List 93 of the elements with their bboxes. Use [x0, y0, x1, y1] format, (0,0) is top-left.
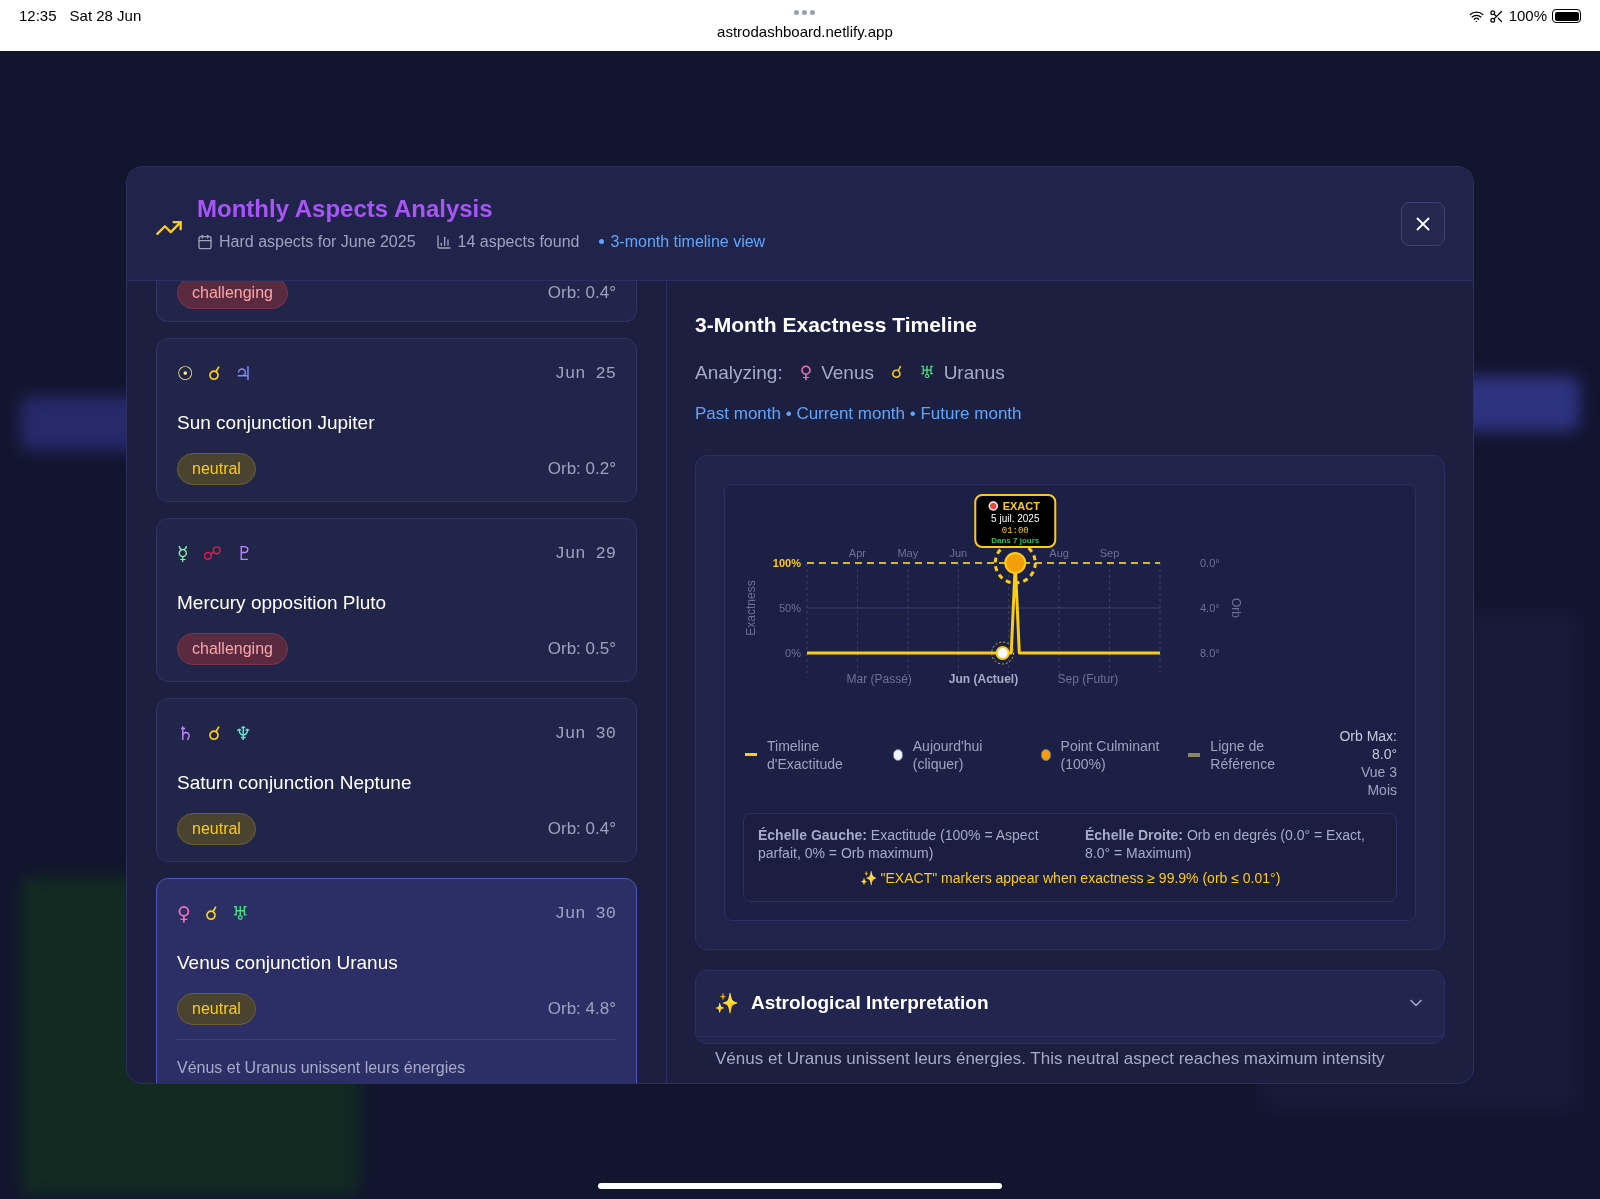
axis-tick-label: Apr: [848, 546, 866, 559]
axis-tick-label: Mar (Passé): [846, 671, 912, 686]
orb-value: Orb: 0.2°: [547, 458, 616, 481]
calendar-icon: [197, 233, 213, 250]
aspect-card[interactable]: ♄ ☌ ♆ Jun 30 Saturn conjunction Neptune neutral Orb: 0.4°: [156, 698, 637, 862]
planet-symbol: ☍: [202, 544, 222, 564]
aspect-title: Sun conjunction Jupiter: [177, 410, 376, 435]
legend-label: Timeline d'Exactitude: [767, 736, 844, 773]
axis-tick-label: 8.0°: [1200, 646, 1220, 659]
axis-tick-label: May: [897, 546, 919, 559]
planet-symbol: ♆: [234, 724, 252, 744]
planet-name: Venus: [821, 360, 874, 385]
aspect-tag: neutral: [177, 813, 256, 845]
planet-symbol: ♇: [235, 544, 253, 564]
interpretation-toggle[interactable]: ✨ Astrological Interpretation: [696, 970, 1444, 1037]
aspect-tag: neutral: [177, 453, 256, 485]
timeline-heading: 3-Month Exactness Timeline: [695, 312, 979, 338]
planet-symbol: ♃: [234, 364, 252, 384]
header-meta-text: Hard aspects for June 2025: [219, 231, 416, 252]
aspect-title: Saturn conjunction Neptune: [177, 770, 413, 795]
exact-note: ✨ "EXACT" markers appear when exactness ≥ 99.9% (orb ≤ 0.01°): [858, 868, 1282, 888]
legend-label: Aujourd'hui (cliquer): [912, 736, 984, 773]
axis-tick-label: Jun: [949, 546, 968, 559]
aspect-date: Jun 25: [554, 363, 616, 385]
tooltip-note: Dans 7 jours: [991, 535, 1040, 545]
aspect-tag: challenging: [177, 633, 288, 665]
legend-label: Point Culminant (100%): [1060, 736, 1161, 773]
orb-max-label: Orb Max: 8.0°: [1338, 726, 1397, 763]
aspect-date: Jun 30: [554, 903, 616, 925]
legend-label: Ligne de Référence: [1210, 736, 1276, 773]
aspect-tag: neutral: [177, 993, 256, 1025]
planet-symbol: ♄: [177, 724, 195, 744]
tooltip-date: 5 juil. 2025: [991, 512, 1040, 524]
axis-tick-label: 4.0°: [1200, 601, 1220, 614]
planet-name: Uranus: [943, 360, 1005, 385]
header-meta-text: 3-month timeline view: [610, 231, 766, 252]
tooltip-title: EXACT: [1002, 499, 1040, 512]
scale-description: Échelle Droite: Orb en degrés (0.0° = Exact, 8.0° = Maximum): [1085, 825, 1366, 862]
planet-symbol: ☌: [204, 904, 218, 924]
aspect-date: Jun 30: [554, 723, 616, 745]
aspect-card[interactable]: ☉ ☌ ♃ Jun 25 Sun conjunction Jupiter neutral Orb: 0.2°: [156, 338, 637, 502]
status-date: Sat 28 Jun: [69, 6, 142, 26]
planet-symbol: ☌: [208, 364, 221, 384]
more-icon[interactable]: [794, 10, 816, 15]
scissors-icon: [1488, 8, 1504, 24]
axis-tick-label: 100%: [772, 556, 801, 569]
analyzing-label: Analyzing:: [695, 360, 783, 385]
aspect-title: Venus conjunction Uranus: [177, 950, 399, 975]
header-meta-text: 14 aspects found: [457, 231, 580, 252]
target-icon: [988, 500, 998, 511]
url-text[interactable]: astrodashboard.netlify.app: [717, 21, 893, 44]
orb-value: Orb: 0.4°: [547, 282, 616, 305]
axis-tick-label: Jun (Actuel): [948, 671, 1019, 686]
view-label: Vue 3 Mois: [1359, 762, 1397, 799]
planet-symbol: ♀: [799, 361, 813, 384]
axis-tick-label: 0.0°: [1200, 556, 1220, 569]
orb-value: Orb: 0.5°: [547, 638, 616, 661]
planet-symbol: ♅: [919, 361, 935, 384]
aspect-title: Mercury opposition Pluto: [177, 590, 388, 615]
sparkles-icon: ✨: [714, 988, 739, 1018]
axis-tick-label: 50%: [778, 601, 801, 614]
axis-tick-label: Sep: [1099, 546, 1120, 559]
planet-symbol: ☌: [208, 724, 221, 744]
planet-symbol: ☿: [177, 544, 189, 564]
aspect-date: Jun 29: [554, 543, 616, 565]
planet-symbol: ♅: [231, 904, 249, 924]
battery-percent: 100%: [1508, 6, 1547, 26]
axis-title: Exactness: [744, 579, 758, 636]
scale-description: Échelle Gauche: Exactitude (100% = Aspect parfait, 0% = Orb maximum): [758, 825, 1040, 862]
bar-chart-icon: [435, 233, 452, 250]
axis-tick-label: Aug: [1049, 546, 1069, 559]
axis-tick-label: Sep (Futur): [1057, 671, 1119, 686]
aspect-card[interactable]: ☿ ☍ ♇ Jun 29 Mercury opposition Pluto challenging Orb: 0.5°: [156, 518, 637, 682]
status-time: 12:35: [19, 6, 57, 26]
aspect-description: Vénus et Uranus unissent leurs énergies: [177, 1058, 467, 1078]
timeline-subtitle: Past month • Current month • Future month: [695, 403, 1023, 425]
close-button[interactable]: [1401, 201, 1445, 246]
aspect-tag: challenging: [177, 281, 288, 309]
wifi-icon: [1468, 8, 1484, 24]
modal-title: Monthly Aspects Analysis: [197, 193, 494, 224]
planet-symbol: ♀: [177, 904, 191, 924]
planet-symbol: ☉: [177, 364, 195, 384]
battery-icon: [1552, 9, 1581, 24]
orb-value: Orb: 0.4°: [547, 818, 616, 841]
planet-symbol: ☌: [890, 361, 903, 384]
orb-value: Orb: 4.8°: [547, 998, 616, 1021]
aspect-card[interactable]: challenging Orb: 0.4°: [156, 281, 637, 322]
axis-tick-label: 0%: [785, 646, 801, 659]
aspect-card[interactable]: ♀ ☌ ♅ Jun 30 Venus conjunction Uranus neutral Orb: 4.8° Vénus et Uranus unissent leurs énergies: [156, 878, 637, 1083]
interpretation-text: Vénus et Uranus unissent leurs énergies. This neutral aspect reaches maximum intensity: [714, 1047, 1386, 1070]
axis-title: Orb: [1229, 597, 1243, 618]
today-marker[interactable]: [991, 641, 1015, 664]
tooltip-time: 01:00: [1001, 525, 1029, 536]
